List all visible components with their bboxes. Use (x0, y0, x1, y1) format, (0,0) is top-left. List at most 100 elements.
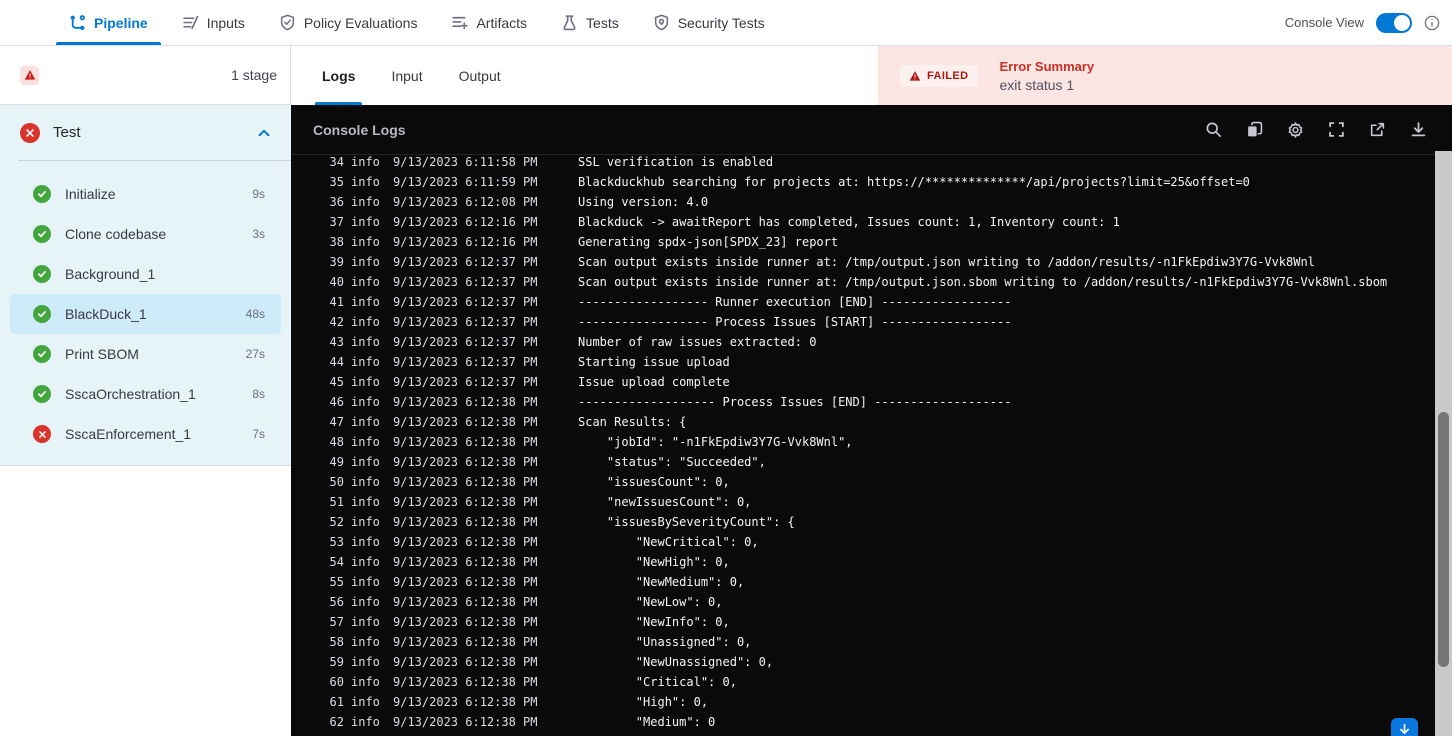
log-message: Number of raw issues extracted: 0 (578, 335, 817, 349)
log-message: Generating spdx-json[SPDX_23] report (578, 235, 839, 249)
log-message: "status": "Succeeded", (578, 455, 766, 469)
console-view-toggle[interactable] (1376, 12, 1412, 33)
log-message: ------------------- Process Issues [END]… (578, 395, 1012, 409)
step-item-print-sbom[interactable]: Print SBOM 27s (10, 334, 281, 374)
log-timestamp: 9/13/2023 6:12:38 PM (393, 655, 538, 669)
log-message: "jobId": "-n1FkEpdiw3Y7G-Vvk8Wnl", (578, 435, 853, 449)
success-check-icon (33, 385, 51, 403)
tab-logs[interactable]: Logs (315, 46, 363, 105)
log-timestamp: 9/13/2023 6:12:37 PM (393, 295, 538, 309)
search-icon[interactable] (1205, 121, 1222, 138)
log-line-54: 54 info 9/13/2023 6:12:38 PM "NewHigh": 0, (291, 552, 1435, 572)
tab-output[interactable]: Output (452, 46, 508, 105)
nav-tab-inputs[interactable]: Inputs (169, 0, 258, 45)
failed-badge-label: FAILED (927, 69, 969, 82)
success-check-icon (33, 265, 51, 283)
nav-tab-tests[interactable]: Tests (548, 0, 632, 45)
log-line-34: 34 info 9/13/2023 6:11:58 PM SSL verificati… (291, 156, 1435, 172)
settings-icon[interactable] (1287, 121, 1304, 138)
stage-panel: Test Initialize 9s Clone codebase 3s Backgro… (0, 105, 291, 466)
toggle-knob (1394, 14, 1410, 31)
step-duration: 7s (252, 427, 265, 441)
log-timestamp: 9/13/2023 6:12:16 PM (393, 235, 538, 249)
log-line-number: 62 (329, 715, 344, 729)
log-timestamp: 9/13/2023 6:12:37 PM (393, 255, 538, 269)
download-icon[interactable] (1410, 121, 1427, 138)
log-timestamp: 9/13/2023 6:12:38 PM (393, 695, 538, 709)
stage-header[interactable]: Test (0, 105, 291, 160)
scrollbar-thumb[interactable] (1438, 412, 1449, 667)
log-line-number: 49 (329, 455, 344, 469)
log-line-47: 47 info 9/13/2023 6:12:38 PM Scan Results: … (291, 412, 1435, 432)
log-line-53: 53 info 9/13/2023 6:12:38 PM "NewCritical"… (291, 532, 1435, 552)
chevron-up-icon[interactable] (257, 126, 271, 140)
step-item-clone-codebase[interactable]: Clone codebase 3s (10, 214, 281, 254)
step-item-initialize[interactable]: Initialize 9s (10, 174, 281, 214)
log-timestamp: 9/13/2023 6:12:38 PM (393, 435, 538, 449)
log-message: Scan Results: { (578, 415, 687, 429)
log-level: info (351, 555, 380, 569)
log-message: "NewHigh": 0, (578, 555, 730, 569)
log-message: "NewCritical": 0, (578, 535, 759, 549)
log-line-number: 58 (329, 635, 344, 649)
info-icon[interactable] (1424, 15, 1440, 31)
log-level: info (351, 615, 380, 629)
log-line-40: 40 info 9/13/2023 6:12:37 PM Scan output ex… (291, 272, 1435, 292)
scroll-to-bottom-button[interactable] (1391, 718, 1418, 736)
log-line-number: 40 (329, 275, 344, 289)
nav-tab-policy-evaluations[interactable]: Policy Evaluations (266, 0, 431, 45)
log-timestamp: 9/13/2023 6:12:38 PM (393, 395, 538, 409)
pipeline-execution-page: Pipeline Inputs Policy Evaluations Artifact… (0, 0, 1452, 736)
log-timestamp: 9/13/2023 6:12:38 PM (393, 535, 538, 549)
log-line-number: 50 (329, 475, 344, 489)
open-in-new-icon[interactable] (1369, 121, 1386, 138)
log-timestamp: 9/13/2023 6:12:37 PM (393, 275, 538, 289)
log-timestamp: 9/13/2023 6:12:38 PM (393, 515, 538, 529)
log-line-42: 42 info 9/13/2023 6:12:37 PM --------------… (291, 312, 1435, 332)
stage-failed-icon (20, 122, 40, 143)
nav-tab-artifacts[interactable]: Artifacts (438, 0, 540, 45)
log-line-number: 46 (329, 395, 344, 409)
nav-tab-label: Inputs (206, 14, 245, 31)
tab-input[interactable]: Input (384, 46, 429, 105)
log-timestamp: 9/13/2023 6:12:38 PM (393, 415, 538, 429)
pipeline-nav-tabs: Pipeline Inputs Policy Evaluations Artifact… (56, 0, 778, 45)
log-message: "NewMedium": 0, (578, 575, 745, 589)
log-timestamp: 9/13/2023 6:12:38 PM (393, 715, 538, 729)
log-line-45: 45 info 9/13/2023 6:12:37 PM Issue upload c… (291, 372, 1435, 392)
log-level: info (351, 535, 380, 549)
step-item-sscaenforcement-1[interactable]: SscaEnforcement_1 7s (10, 414, 281, 454)
log-viewport[interactable]: 34 info 9/13/2023 6:11:58 PM SSL verificati… (291, 156, 1435, 736)
log-level: info (351, 335, 380, 349)
step-duration: 8s (252, 387, 265, 401)
log-timestamp: 9/13/2023 6:12:38 PM (393, 575, 538, 589)
log-line-36: 36 info 9/13/2023 6:12:08 PM Using version:… (291, 192, 1435, 212)
log-level: info (351, 275, 380, 289)
log-timestamp: 9/13/2023 6:11:58 PM (393, 156, 538, 169)
step-item-blackduck-1[interactable]: BlackDuck_1 48s (10, 294, 281, 334)
nav-tab-security-tests[interactable]: Security Tests (640, 0, 778, 45)
step-item-background-1[interactable]: Background_1 (10, 254, 281, 294)
log-line-number: 60 (329, 675, 344, 689)
log-line-number: 48 (329, 435, 344, 449)
log-line-number: 41 (329, 295, 344, 309)
log-timestamp: 9/13/2023 6:12:08 PM (393, 195, 538, 209)
nav-tab-pipeline[interactable]: Pipeline (56, 0, 161, 45)
log-message: "NewUnassigned": 0, (578, 655, 774, 669)
error-texts: Error Summary exit status 1 (1000, 59, 1095, 93)
log-message: "NewInfo": 0, (578, 615, 730, 629)
log-message: "Unassigned": 0, (578, 635, 752, 649)
log-lines: 34 info 9/13/2023 6:11:58 PM SSL verificati… (291, 156, 1435, 732)
step-name: BlackDuck_1 (65, 306, 147, 322)
step-duration: 27s (245, 347, 265, 361)
log-line-57: 57 info 9/13/2023 6:12:38 PM "NewInfo": 0, (291, 612, 1435, 632)
log-line-number: 51 (329, 495, 344, 509)
log-message: "newIssuesCount": 0, (578, 495, 752, 509)
console-scrollbar[interactable] (1435, 151, 1452, 736)
log-level: info (351, 315, 380, 329)
log-level: info (351, 495, 380, 509)
copy-icon[interactable] (1246, 121, 1263, 138)
step-item-sscaorchestration-1[interactable]: SscaOrchestration_1 8s (10, 374, 281, 414)
fullscreen-icon[interactable] (1328, 121, 1345, 138)
log-line-number: 54 (329, 555, 344, 569)
